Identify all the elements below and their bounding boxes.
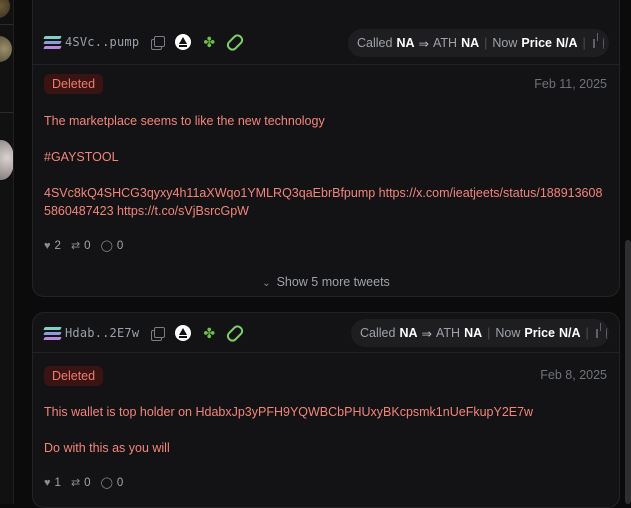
ath-value: NA bbox=[464, 326, 483, 340]
reply-icon: ◯ bbox=[100, 477, 113, 489]
called-value: NA bbox=[396, 36, 415, 50]
frog-icon[interactable]: ✤ bbox=[200, 33, 218, 51]
ath-value: NA bbox=[461, 36, 480, 50]
tweet-paragraph[interactable]: 4SVc8kQ4SHCG3qyxy4h11aXWqo1YMLRQ3qaEbrBf… bbox=[44, 184, 604, 220]
price-value: N/A bbox=[555, 36, 578, 50]
divider: | bbox=[582, 36, 586, 50]
retweet-icon: ⇄ bbox=[70, 240, 81, 252]
share-icon[interactable] bbox=[592, 32, 599, 48]
tweet-date: Feb 8, 2025 bbox=[540, 368, 607, 382]
avatar[interactable] bbox=[0, 140, 13, 180]
show-more-label: Show 5 more tweets bbox=[276, 275, 390, 289]
refresh-icon[interactable] bbox=[605, 327, 608, 339]
scrollbar[interactable] bbox=[625, 240, 631, 504]
avatar[interactable] bbox=[0, 36, 12, 62]
tweet-stats: ♥ 1 ⇄ 0 ◯ 0 bbox=[44, 476, 133, 490]
tweet-hashtag[interactable]: #GAYSTOOL bbox=[44, 148, 604, 166]
divider: | bbox=[487, 326, 491, 340]
status-badge: Deleted bbox=[44, 74, 104, 94]
divider bbox=[0, 24, 13, 25]
called-value: NA bbox=[399, 326, 418, 340]
reply-count[interactable]: ◯ 0 bbox=[100, 476, 124, 490]
price-label: Price bbox=[521, 36, 552, 50]
retweet-icon: ⇄ bbox=[70, 477, 81, 489]
solana-icon bbox=[43, 35, 62, 49]
called-label: Called bbox=[357, 36, 393, 50]
like-count[interactable]: ♥ 2 bbox=[44, 240, 61, 252]
copy-icon[interactable] bbox=[148, 324, 166, 342]
call-stats-pill: Called NA ⇒ ATH NA | Now Price N/A | bbox=[351, 319, 609, 347]
left-rail bbox=[0, 0, 14, 504]
call-card: 4SVc..pump ✤ Called NA ⇒ ATH NA | Now Pr… bbox=[32, 0, 620, 297]
like-count-value: 1 bbox=[54, 476, 61, 489]
heart-icon: ♥ bbox=[44, 239, 51, 252]
retweet-count-value: 0 bbox=[84, 239, 91, 252]
solana-icon bbox=[43, 326, 62, 340]
retweet-count-value: 0 bbox=[84, 476, 91, 489]
tweet-stats: ♥ 2 ⇄ 0 ◯ 0 bbox=[44, 239, 133, 253]
called-label: Called bbox=[360, 326, 396, 340]
price-value: N/A bbox=[558, 326, 581, 340]
pump-fun-icon[interactable] bbox=[174, 33, 192, 51]
divider bbox=[0, 112, 13, 113]
token-ticker[interactable]: Hdab..2E7w bbox=[65, 326, 139, 340]
token-info: Hdab..2E7w bbox=[43, 326, 139, 340]
tweet-paragraph: Do with this as you will bbox=[44, 441, 170, 455]
now-label: Now bbox=[495, 326, 521, 340]
like-count-value: 2 bbox=[54, 239, 61, 252]
arrow-right-icon: ⇒ bbox=[418, 36, 429, 51]
call-card: Hdab..2E7w ✤ Called NA ⇒ ATH NA | Now Pr… bbox=[32, 312, 620, 508]
divider: | bbox=[484, 36, 488, 50]
ath-label: ATH bbox=[435, 326, 461, 340]
show-more-tweets-button[interactable]: ⌄ Show 5 more tweets bbox=[33, 275, 619, 289]
token-ticker[interactable]: 4SVc..pump bbox=[65, 35, 139, 49]
token-info: 4SVc..pump bbox=[43, 35, 139, 49]
reply-count-value: 0 bbox=[116, 476, 124, 489]
refresh-icon[interactable] bbox=[602, 37, 605, 49]
status-badge: Deleted bbox=[44, 366, 104, 386]
retweet-count[interactable]: ⇄ 0 bbox=[70, 476, 91, 490]
like-count[interactable]: ♥ 1 bbox=[44, 477, 61, 489]
now-label: Now bbox=[492, 36, 518, 50]
tweet-paragraph: The marketplace seems to like the new te… bbox=[44, 114, 325, 128]
heart-icon: ♥ bbox=[44, 476, 51, 489]
chevron-down-icon: ⌄ bbox=[262, 278, 271, 289]
tweet-text: This wallet is top holder on HdabxJp3yPF… bbox=[44, 403, 604, 475]
retweet-count[interactable]: ⇄ 0 bbox=[70, 239, 91, 253]
avatar[interactable] bbox=[0, 0, 10, 18]
arrow-right-icon: ⇒ bbox=[421, 326, 432, 341]
tweet-paragraph: This wallet is top holder on HdabxJp3yPF… bbox=[44, 405, 534, 419]
pump-fun-icon[interactable] bbox=[174, 324, 192, 342]
link-icon[interactable] bbox=[224, 31, 246, 53]
tweet-date: Feb 11, 2025 bbox=[534, 77, 607, 91]
price-label: Price bbox=[524, 326, 555, 340]
reply-icon: ◯ bbox=[100, 240, 113, 252]
call-stats-pill: Called NA ⇒ ATH NA | Now Price N/A | bbox=[348, 29, 609, 57]
frog-icon[interactable]: ✤ bbox=[200, 324, 218, 342]
reply-count-value: 0 bbox=[116, 239, 124, 252]
share-icon[interactable] bbox=[595, 322, 602, 338]
tweet-text: The marketplace seems to like the new te… bbox=[44, 112, 604, 238]
divider bbox=[33, 352, 619, 353]
divider bbox=[33, 64, 619, 65]
reply-count[interactable]: ◯ 0 bbox=[100, 239, 124, 253]
link-icon[interactable] bbox=[224, 322, 246, 344]
ath-label: ATH bbox=[432, 36, 458, 50]
divider: | bbox=[585, 326, 589, 340]
copy-icon[interactable] bbox=[148, 33, 166, 51]
